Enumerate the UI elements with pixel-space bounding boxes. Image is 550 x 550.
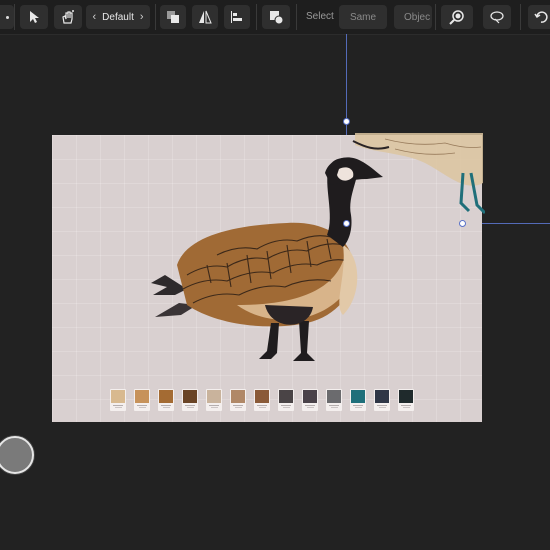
undo-button[interactable] [528,5,550,29]
align-button[interactable] [224,5,250,29]
swatch-label-line [306,407,314,408]
swatch-label-line [282,407,290,408]
color-swatch[interactable] [206,389,222,411]
swatch-label-line [401,405,411,406]
swatch-label-line [258,407,266,408]
toolbar-divider [520,4,521,30]
swatch-label-line [138,407,146,408]
color-swatch[interactable] [254,389,270,411]
dot-icon [5,15,9,19]
swatch-label-line [233,405,243,406]
swatch-label-line [161,405,171,406]
color-swatch[interactable] [326,389,342,411]
eye-lasso-icon [490,11,504,24]
color-swatch-row [110,389,414,411]
swatch-label-line [281,405,291,406]
swatch-chip [351,390,365,403]
swatch-label-line [162,407,170,408]
toolbar-divider [155,4,156,30]
chevron-left-icon: ‹ [92,11,97,23]
zoom-icon [449,10,464,25]
swatch-chip [255,390,269,403]
color-swatch[interactable] [134,389,150,411]
swatch-label-line [353,405,363,406]
select-same-label: Same [349,11,377,23]
swatch-label-line [209,405,219,406]
swatch-label-line [402,407,410,408]
swatch-label-line [186,407,194,408]
color-swatch[interactable] [110,389,126,411]
swatch-label-line [185,405,195,406]
color-swatch[interactable] [302,389,318,411]
floating-action-button[interactable] [0,436,34,474]
toolbar-divider [14,4,15,30]
flip-button[interactable] [192,5,218,29]
color-swatch[interactable] [278,389,294,411]
select-object-button[interactable]: Objec [394,5,432,29]
top-toolbar: ‹ Default › Select Same Objec [0,0,550,35]
color-swatch[interactable] [374,389,390,411]
select-label: Select [306,11,334,22]
toolbar-divider [435,4,436,30]
move-tool-button[interactable] [20,5,48,29]
swatch-chip [399,390,413,403]
undo-icon [534,11,548,23]
pointer-arrow-icon [30,11,39,23]
swatch-chip [207,390,221,403]
selection-handle[interactable] [343,220,350,227]
zoom-button[interactable] [441,5,473,29]
swatch-label-line [137,405,147,406]
swatch-label-line [377,405,387,406]
boolean-button[interactable] [262,5,290,29]
duplicate-goose-fragment[interactable] [345,133,485,223]
swatch-label-line [114,407,122,408]
arrange-button[interactable] [160,5,186,29]
swatch-label-line [330,407,338,408]
swatch-label-line [234,407,242,408]
select-object-label: Objec [404,11,431,23]
swatch-chip [111,390,125,403]
toolbar-divider [256,4,257,30]
selection-handle[interactable] [459,220,466,227]
swatch-chip [159,390,173,403]
hand-sparkle-icon [62,10,74,24]
swatch-label-line [354,407,362,408]
swatch-chip [375,390,389,403]
swatch-chip [327,390,341,403]
select-same-button[interactable]: Same [339,5,387,29]
view-mode-button[interactable] [483,5,511,29]
boolean-add-icon [270,11,284,25]
swatch-label-line [329,405,339,406]
flip-icon [199,10,212,24]
color-swatch[interactable] [350,389,366,411]
swatch-chip [135,390,149,403]
selection-handle[interactable] [343,118,350,125]
swatch-label-line [378,407,386,408]
node-tool-button[interactable] [54,5,82,29]
swatch-label-line [210,407,218,408]
color-swatch[interactable] [158,389,174,411]
swatch-label-line [305,405,315,406]
swatch-chip [183,390,197,403]
swatch-chip [303,390,317,403]
swatch-label-line [113,405,123,406]
toolbar-divider [296,4,297,30]
style-preset-label: Default [102,11,134,23]
arrange-layers-icon [167,11,179,23]
swatch-chip [279,390,293,403]
align-icon [231,11,242,23]
style-preset-selector[interactable]: ‹ Default › [86,5,150,29]
color-swatch[interactable] [398,389,414,411]
color-swatch[interactable] [182,389,198,411]
chevron-right-icon: › [139,11,144,23]
swatch-chip [231,390,245,403]
color-swatch[interactable] [230,389,246,411]
swatch-label-line [257,405,267,406]
menu-dot-button[interactable] [0,5,14,29]
